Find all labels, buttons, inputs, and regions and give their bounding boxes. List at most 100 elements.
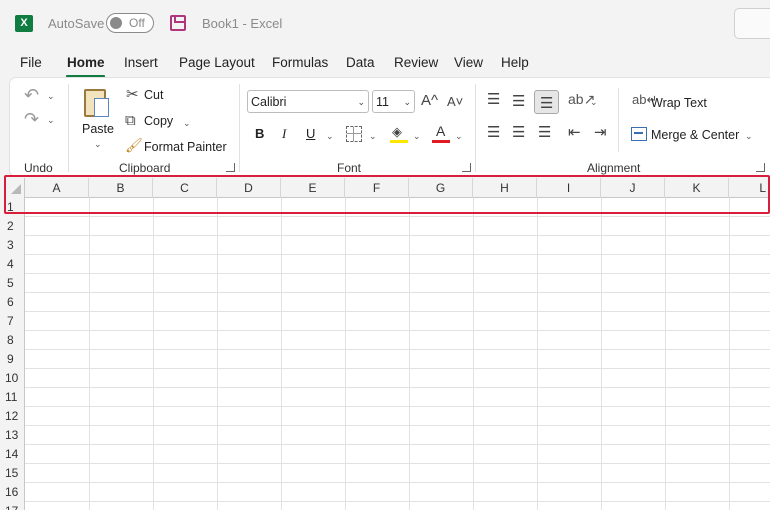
- column-header-i[interactable]: I: [537, 178, 601, 198]
- redo-icon[interactable]: ↷: [24, 110, 39, 128]
- column-header-g[interactable]: G: [409, 178, 473, 198]
- excel-logo-icon: X: [15, 15, 33, 32]
- row-header-17[interactable]: 17: [0, 502, 25, 510]
- shrink-font-icon[interactable]: A˅: [447, 95, 463, 108]
- column-header-b[interactable]: B: [89, 178, 153, 198]
- dialog-launcher-icon[interactable]: [462, 163, 471, 172]
- tab-file[interactable]: File: [20, 55, 42, 70]
- dialog-launcher-icon[interactable]: [756, 163, 765, 172]
- column-header-f[interactable]: F: [345, 178, 409, 198]
- tab-review[interactable]: Review: [394, 55, 438, 70]
- borders-icon[interactable]: [346, 126, 362, 142]
- fill-color-icon[interactable]: ◈: [390, 124, 408, 144]
- column-header-c[interactable]: C: [153, 178, 217, 198]
- group-label-clipboard: Clipboard: [119, 161, 171, 175]
- chevron-down-icon[interactable]: ⌄: [183, 118, 191, 129]
- paste-button[interactable]: Paste ⌄: [78, 86, 118, 152]
- row-header-12[interactable]: 12: [0, 407, 25, 426]
- decrease-indent-icon[interactable]: ⇤: [568, 125, 581, 140]
- dialog-launcher-icon[interactable]: [226, 163, 235, 172]
- underline-button[interactable]: U: [306, 127, 315, 140]
- row-header-3[interactable]: 3: [0, 236, 25, 255]
- cut-icon[interactable]: ✂: [126, 87, 139, 102]
- tab-page-layout[interactable]: Page Layout: [179, 55, 255, 70]
- format-painter-icon[interactable]: 🖌: [125, 138, 143, 152]
- tab-help[interactable]: Help: [501, 55, 529, 70]
- column-header-h[interactable]: H: [473, 178, 537, 198]
- tab-data[interactable]: Data: [346, 55, 375, 70]
- column-header-a[interactable]: A: [25, 178, 89, 198]
- chevron-down-icon[interactable]: ⌄: [47, 115, 55, 126]
- chevron-down-icon[interactable]: ⌄: [413, 131, 421, 142]
- row-header-16[interactable]: 16: [0, 483, 25, 502]
- autosave-state: Off: [129, 16, 145, 30]
- row-header-14[interactable]: 14: [0, 445, 25, 464]
- title-bar: X AutoSave Off Book1 - Excel: [0, 0, 770, 46]
- column-header-l[interactable]: L: [729, 178, 770, 198]
- bold-button[interactable]: B: [255, 127, 264, 140]
- row-header-15[interactable]: 15: [0, 464, 25, 483]
- font-size-select[interactable]: 11 ⌄: [372, 90, 415, 113]
- column-header-d[interactable]: D: [217, 178, 281, 198]
- copy-button[interactable]: Copy: [144, 114, 173, 128]
- chevron-down-icon[interactable]: ⌄: [745, 131, 753, 142]
- column-header-e[interactable]: E: [281, 178, 345, 198]
- wrap-text-button[interactable]: Wrap Text: [651, 96, 707, 110]
- column-header-k[interactable]: K: [665, 178, 729, 198]
- row-header-9[interactable]: 9: [0, 350, 25, 369]
- grid-line: [25, 292, 770, 293]
- tab-formulas[interactable]: Formulas: [272, 55, 328, 70]
- increase-indent-icon[interactable]: ⇥: [594, 125, 607, 140]
- grow-font-icon[interactable]: A^: [421, 93, 438, 108]
- format-painter-button[interactable]: Format Painter: [144, 140, 227, 154]
- grid-line: [25, 235, 770, 236]
- row-header-4[interactable]: 4: [0, 255, 25, 274]
- row-header-5[interactable]: 5: [0, 274, 25, 293]
- row-header-11[interactable]: 11: [0, 388, 25, 407]
- chevron-down-icon[interactable]: ⌄: [47, 91, 55, 102]
- tab-view[interactable]: View: [454, 55, 483, 70]
- font-color-swatch: [432, 140, 450, 143]
- row-header-8[interactable]: 8: [0, 331, 25, 350]
- tab-insert[interactable]: Insert: [124, 55, 158, 70]
- group-divider: [239, 84, 240, 172]
- align-top-icon[interactable]: ☰: [487, 92, 500, 107]
- row-header-2[interactable]: 2: [0, 217, 25, 236]
- group-divider: [68, 84, 69, 172]
- cut-button[interactable]: Cut: [144, 88, 163, 102]
- search-box[interactable]: [734, 8, 770, 39]
- column-header-j[interactable]: J: [601, 178, 665, 198]
- merge-center-icon[interactable]: [631, 127, 647, 141]
- merge-center-button[interactable]: Merge & Center: [651, 128, 739, 142]
- ribbon-tabs: [0, 46, 770, 78]
- chevron-down-icon[interactable]: ⌄: [590, 97, 598, 108]
- align-bottom-button[interactable]: ☰: [534, 90, 559, 114]
- copy-icon[interactable]: ⧉: [125, 113, 136, 128]
- align-center-icon[interactable]: ☰: [512, 125, 525, 140]
- grid-line: [25, 482, 770, 483]
- undo-icon[interactable]: ↶: [24, 86, 39, 104]
- italic-button[interactable]: I: [282, 127, 286, 140]
- autosave-toggle[interactable]: Off: [106, 13, 154, 33]
- chevron-down-icon[interactable]: ⌄: [369, 131, 377, 142]
- row-header-13[interactable]: 13: [0, 426, 25, 445]
- tab-home[interactable]: Home: [67, 55, 105, 70]
- group-label-undo: Undo: [24, 161, 53, 175]
- row-header-1[interactable]: 1: [0, 198, 25, 217]
- save-icon[interactable]: [170, 15, 186, 31]
- font-color-icon[interactable]: A: [432, 123, 450, 144]
- align-right-icon[interactable]: ☰: [538, 125, 551, 140]
- row-header-10[interactable]: 10: [0, 369, 25, 388]
- row-header-6[interactable]: 6: [0, 293, 25, 312]
- grid-line: [25, 425, 770, 426]
- chevron-down-icon[interactable]: ⌄: [326, 131, 334, 142]
- align-left-icon[interactable]: ☰: [487, 125, 500, 140]
- paste-doc-icon: [94, 98, 109, 117]
- group-divider: [475, 84, 476, 172]
- chevron-down-icon[interactable]: ⌄: [455, 131, 463, 142]
- row-header-7[interactable]: 7: [0, 312, 25, 331]
- group-divider: [618, 88, 619, 152]
- align-middle-icon[interactable]: ☰: [512, 94, 525, 109]
- font-name-value: Calibri: [251, 95, 287, 109]
- font-name-select[interactable]: Calibri ⌄: [247, 90, 369, 113]
